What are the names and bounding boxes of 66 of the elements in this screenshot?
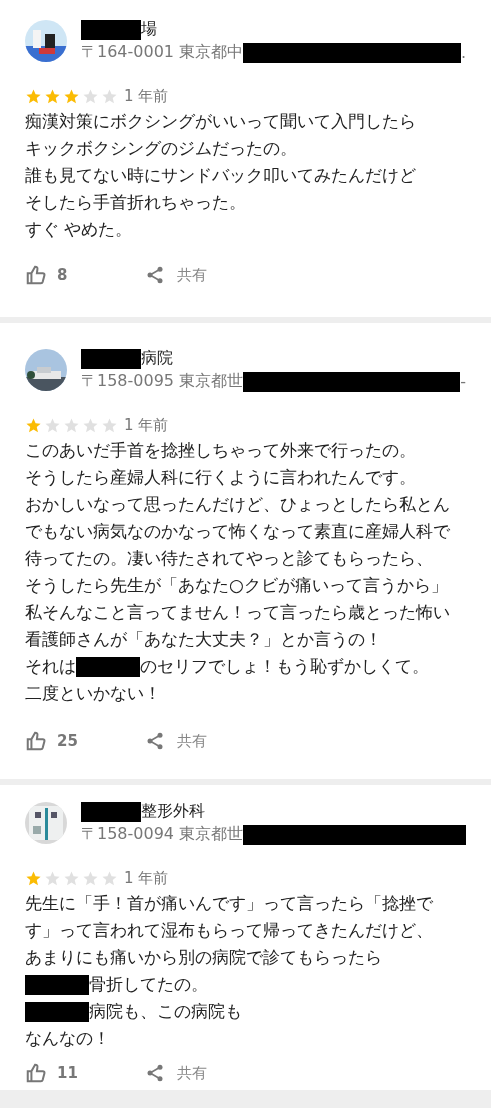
text: 先生に「手！首が痛いんです」って言ったら「捻挫で [25,892,433,915]
like-button[interactable]: 25 [25,730,145,752]
star-icon [101,88,118,105]
redaction-bar [81,348,141,369]
redaction-bar [76,656,140,677]
text: 整形外科 [141,801,205,822]
text: 病院も、この病院も [89,1000,242,1023]
redaction-bar [81,801,141,822]
text: なんなの！ [25,1027,110,1050]
share-icon [145,731,165,751]
text: . [460,43,466,62]
star-icon [25,870,42,887]
text: そしたら手首折れちゃった。 [25,191,246,214]
text: 痴漢対策にボクシングがいいって聞いて入門したら [25,110,416,133]
text: 骨折してたの。 [89,973,208,996]
share-button[interactable]: 共有 [145,265,207,285]
star-icon [82,417,99,434]
text: あまりにも痛いから別の病院で診てもらったら [25,946,382,969]
share-button[interactable]: 共有 [145,731,207,751]
star-icon [63,870,80,887]
text: 〒164-0001 東京都中 [81,42,244,63]
text: でもない病気なのかなって怖くなって素直に産婦人科で [25,520,450,543]
text: 場 [141,19,157,40]
review-time: 1 年前 [124,87,169,106]
star-icon [101,870,118,887]
text: 二度といかない！ [25,682,161,705]
like-button[interactable]: 11 [25,1062,145,1084]
text: 〒158-0094 東京都世 [81,824,244,845]
text: キックボクシングのジムだったの。 [25,137,297,160]
star-icon [101,417,118,434]
text: そうしたら先生が「あなた○クビが痛いって言うから」 [25,574,448,597]
star-icon [25,88,42,105]
star-icon [44,417,61,434]
star-icon [63,417,80,434]
text: このあいだ手首を捻挫しちゃって外来で行ったの。 [25,439,416,462]
text: それは [25,655,76,678]
text: のセリフでしょ！もう恥ずかしくて。 [140,655,429,678]
share-icon [145,265,165,285]
text: 私そんなこと言ってません！って言ったら歳とった怖い [25,601,450,624]
share-icon [145,1063,165,1083]
star-icon [82,88,99,105]
redaction-bar [81,19,141,40]
text: そうしたら産婦人科に行くように言われたんです。 [25,466,416,489]
text: 看護師さんが「あなた大丈夫？」とか言うの！ [25,628,382,651]
redaction-bar [25,1001,89,1022]
text: - [460,372,466,391]
redaction-bar [25,974,89,995]
like-button[interactable]: 8 [25,264,145,286]
share-button[interactable]: 共有 [145,1063,207,1083]
text: 病院 [141,348,173,369]
text: す」って言われて湿布もらって帰ってきたんだけど、 [25,919,433,942]
star-icon [44,870,61,887]
star-icon [82,870,99,887]
star-icon [63,88,80,105]
star-icon [25,417,42,434]
thumbs-up-icon [25,1062,47,1084]
thumbs-up-icon [25,730,47,752]
review-time: 1 年前 [124,869,169,888]
text: 待ってたの。凄い待たされてやっと診てもらったら、 [25,547,433,570]
text: すぐ やめた。 [25,218,133,241]
review-time: 1 年前 [124,416,169,435]
text: 〒158-0095 東京都世 [81,371,244,392]
text: 誰も見てない時にサンドバック叩いてみたんだけど [25,164,416,187]
text: おかしいなって思ったんだけど、ひょっとしたら私とん [25,493,450,516]
thumbs-up-icon [25,264,47,286]
star-icon [44,88,61,105]
